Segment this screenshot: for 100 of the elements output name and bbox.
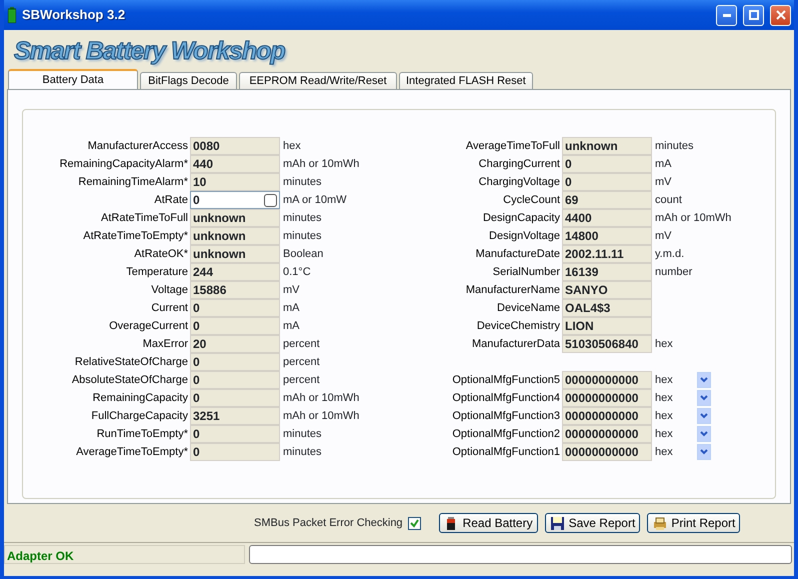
value-field: 51030506840	[562, 335, 652, 353]
value-field: unknown	[190, 227, 280, 245]
checkbox-label: SMBus Packet Error Checking	[254, 516, 403, 531]
value-field: 0	[190, 353, 280, 371]
value-field: 2002.11.11	[562, 245, 652, 263]
unit-label: mV	[282, 283, 300, 298]
field-label: RemainingCapacity	[92, 391, 189, 406]
unit-label: minutes	[282, 211, 323, 226]
unit-label: mA	[282, 301, 300, 316]
value-field: 0080	[190, 137, 280, 155]
value-field: 0	[562, 155, 652, 173]
field-label: AtRateOK*	[133, 247, 189, 262]
unit-label: minutes	[654, 139, 695, 154]
unit-label: percent	[282, 355, 321, 370]
value-field: 3251	[190, 407, 280, 425]
field-label: OptionalMfgFunction4	[451, 391, 561, 406]
value-field: 0	[190, 299, 280, 317]
print-button[interactable]: Print Report	[647, 513, 740, 533]
value-field: 15886	[190, 281, 280, 299]
value-field: 20	[190, 335, 280, 353]
unit-label: percent	[282, 373, 321, 388]
field-label: AverageTimeToEmpty*	[75, 445, 189, 460]
field-label: OptionalMfgFunction5	[451, 373, 561, 388]
field-label: SerialNumber	[492, 265, 561, 280]
field-label: CycleCount	[502, 193, 561, 208]
field-label: ManufacturerAccess	[86, 139, 189, 154]
unit-label: hex	[282, 139, 302, 154]
field-label: Temperature	[125, 265, 189, 280]
unit-label: percent	[282, 337, 321, 352]
input-field[interactable]: 0	[190, 191, 280, 209]
field-label: AtRateTimeToFull	[100, 211, 189, 226]
tab[interactable]: Integrated FLASH Reset	[399, 72, 533, 89]
logo: Smart Battery Workshop	[13, 36, 285, 67]
value-field: SANYO	[562, 281, 652, 299]
unit-label: minutes	[282, 445, 323, 460]
unit-label: mA	[654, 157, 672, 172]
value-field: unknown	[562, 137, 652, 155]
value-field: 0	[190, 425, 280, 443]
unit-label: mV	[654, 175, 672, 190]
value-field: OAL4$3	[562, 299, 652, 317]
field-label: OptionalMfgFunction2	[451, 427, 561, 442]
unit-label: mA or 10mW	[282, 193, 348, 208]
field-label: DeviceName	[496, 301, 561, 316]
value-field: 69	[562, 191, 652, 209]
unit-label: Boolean	[282, 247, 324, 262]
unit-label: minutes	[282, 229, 323, 244]
field-label: MaxError	[142, 337, 189, 352]
value-field: 00000000000	[562, 425, 652, 443]
unit-label: mAh or 10mWh	[282, 391, 360, 406]
unit-label: hex	[654, 427, 674, 442]
field-label: RemainingTimeAlarm*	[77, 175, 189, 190]
field-label: DesignCapacity	[482, 211, 561, 226]
read-battery-button[interactable]: Read Battery	[438, 513, 538, 533]
value-field: 00000000000	[562, 389, 652, 407]
value-field: 0	[562, 173, 652, 191]
value-field: 440	[190, 155, 280, 173]
unit-label: count	[654, 193, 683, 208]
field-label: ChargingCurrent	[478, 157, 561, 172]
value-field: 0	[190, 371, 280, 389]
unit-label: minutes	[282, 175, 323, 190]
unit-label: minutes	[282, 427, 323, 442]
tab[interactable]: BitFlags Decode	[140, 72, 237, 89]
field-label: Voltage	[150, 283, 189, 298]
value-field: 14800	[562, 227, 652, 245]
value-field: 00000000000	[562, 443, 652, 461]
value-field: 16139	[562, 263, 652, 281]
value-field: unknown	[190, 245, 280, 263]
window-title: SBWorkshop 3.2	[22, 6, 126, 24]
field-label: AtRateTimeToEmpty*	[82, 229, 189, 244]
unit-label: hex	[654, 337, 674, 352]
value-field: 10	[190, 173, 280, 191]
unit-label: mAh or 10mWh	[654, 211, 732, 226]
field-label: OptionalMfgFunction3	[451, 409, 561, 424]
field-label: AbsoluteStateOfCharge	[70, 373, 189, 388]
save-button[interactable]: Save Report	[544, 513, 640, 533]
value-field: 0	[190, 317, 280, 335]
value-field: 00000000000	[562, 371, 652, 389]
field-label: OverageCurrent	[108, 319, 189, 334]
value-field: LION	[562, 317, 652, 335]
unit-label: hex	[654, 445, 674, 460]
unit-label: mA	[282, 319, 300, 334]
status-text: Adapter OK	[4, 545, 245, 564]
field-label: AtRate	[153, 193, 189, 208]
field-label: DeviceChemistry	[476, 319, 561, 334]
unit-label: mAh or 10mWh	[282, 157, 360, 172]
tab[interactable]: Battery Data	[8, 69, 138, 89]
unit-label: hex	[654, 391, 674, 406]
value-field: 244	[190, 263, 280, 281]
field-label: ManufactureDate	[474, 247, 561, 262]
field-label: ChargingVoltage	[478, 175, 561, 190]
value-field: 0	[190, 443, 280, 461]
value-field: 4400	[562, 209, 652, 227]
field-label: RunTimeToEmpty*	[96, 427, 189, 442]
field-label: RemainingCapacityAlarm*	[58, 157, 189, 172]
unit-label: number	[654, 265, 694, 280]
field-label: ManufacturerName	[464, 283, 561, 298]
field-label: ManufacturerData	[470, 337, 561, 352]
tab[interactable]: EEPROM Read/Write/Reset	[239, 72, 397, 89]
unit-label: mAh or 10mWh	[282, 409, 360, 424]
value-field: 00000000000	[562, 407, 652, 425]
